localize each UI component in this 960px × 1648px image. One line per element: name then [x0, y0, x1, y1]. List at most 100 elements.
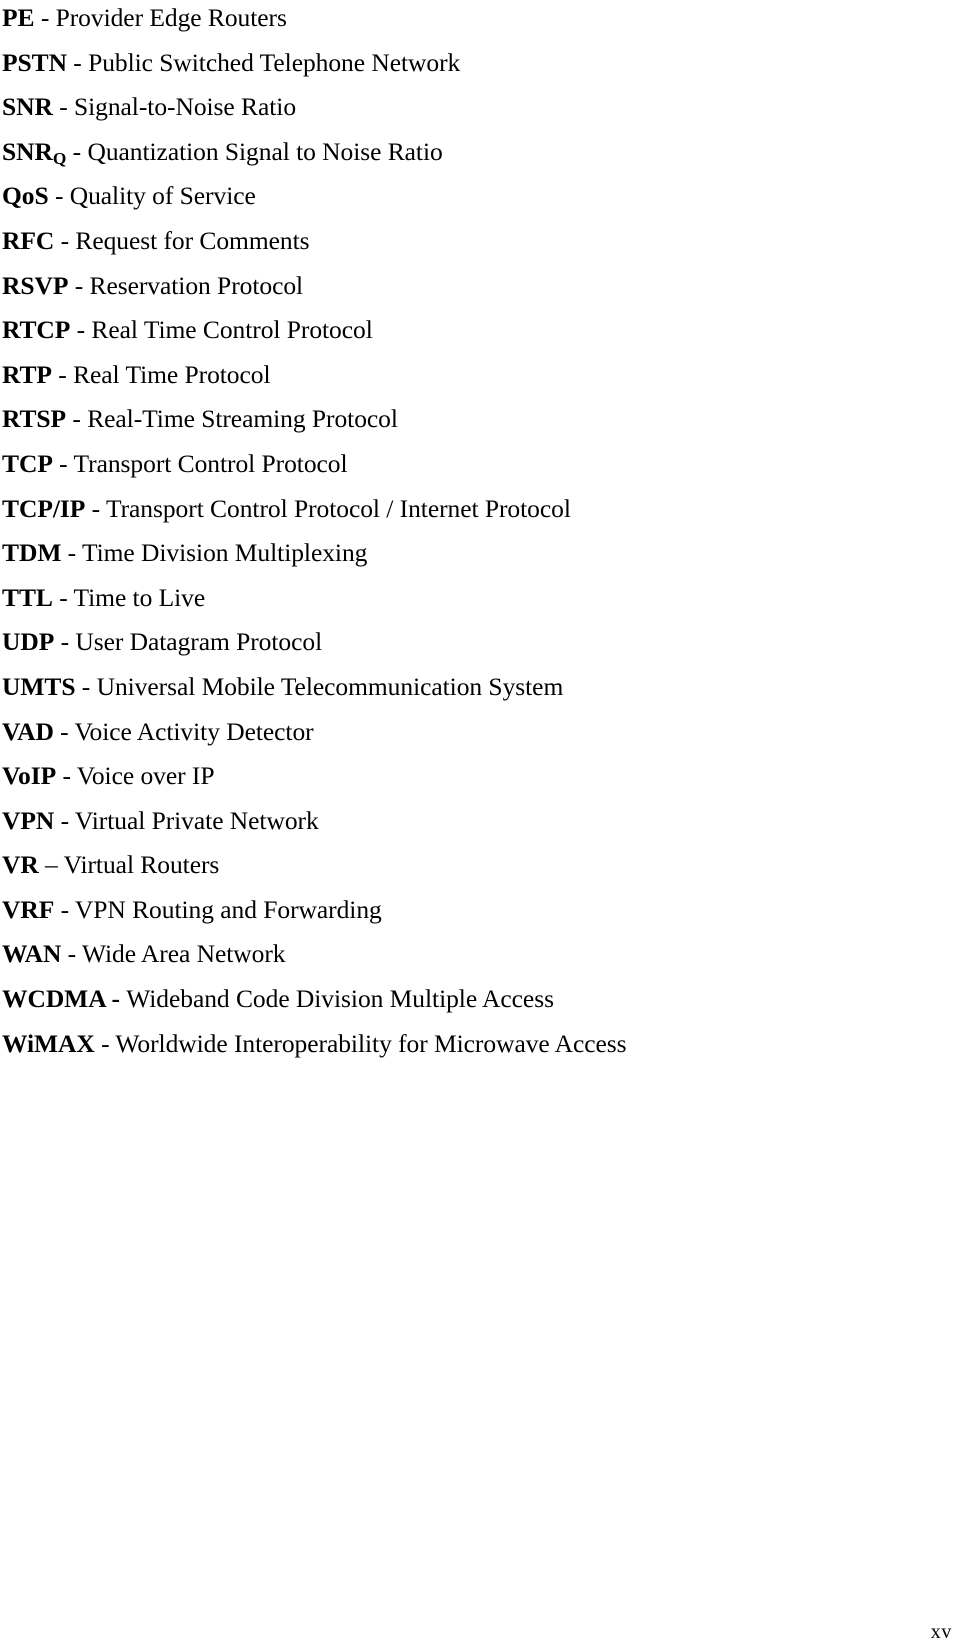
- abbreviation-term: TCP/IP: [2, 493, 86, 523]
- abbreviation-entry: VPN - Virtual Private Network: [2, 799, 942, 844]
- abbreviation-separator: -: [34, 3, 56, 32]
- abbreviation-separator: -: [68, 270, 90, 300]
- abbreviation-separator: -: [54, 225, 76, 255]
- abbreviation-definition: Wideband Code Division Multiple Access: [126, 984, 554, 1014]
- abbreviation-definition: Provider Edge Routers: [55, 3, 287, 32]
- abbreviation-definition: Time to Live: [73, 582, 206, 612]
- abbreviation-separator: -: [52, 582, 74, 612]
- abbreviation-entry: VR – Virtual Routers: [2, 843, 942, 888]
- abbreviation-term: PSTN: [2, 47, 67, 77]
- abbreviation-separator: -: [56, 761, 77, 791]
- abbreviation-definition: Virtual Private Network: [74, 805, 319, 835]
- abbreviation-definition: Time Division Multiplexing: [81, 538, 368, 568]
- abbreviation-separator: -: [66, 136, 88, 166]
- abbreviation-separator: -: [94, 1028, 116, 1058]
- abbreviation-separator: -: [52, 92, 74, 122]
- abbreviation-term: VR: [2, 850, 39, 880]
- abbreviation-entry: PE - Provider Edge Routers: [2, 0, 942, 41]
- abbreviation-term: RTP: [2, 359, 52, 389]
- abbreviation-separator: -: [70, 315, 92, 345]
- abbreviation-term: WCDMA: [2, 984, 106, 1014]
- abbreviation-term: RTSP: [2, 404, 67, 434]
- abbreviation-entry: PSTN - Public Switched Telephone Network: [2, 41, 942, 86]
- abbreviation-entry: UDP - User Datagram Protocol: [2, 620, 942, 665]
- abbreviation-entry: RFC - Request for Comments: [2, 219, 942, 264]
- abbreviation-definition: VPN Routing and Forwarding: [74, 894, 382, 924]
- abbreviation-term: UDP: [2, 627, 55, 657]
- abbreviation-term: TCP: [2, 448, 53, 478]
- abbreviation-term: PE: [2, 3, 35, 32]
- abbreviation-definition: Wide Area Network: [82, 939, 286, 969]
- abbreviation-term: RSVP: [2, 270, 69, 300]
- abbreviation-separator: -: [54, 894, 75, 924]
- abbreviation-entry: WiMAX - Worldwide Interoperability for M…: [2, 1022, 942, 1067]
- abbreviation-definition: Voice Activity Detector: [74, 716, 314, 746]
- abbreviation-definition: Worldwide Interoperability for Microwave…: [115, 1028, 627, 1058]
- abbreviation-entry: RTSP - Real-Time Streaming Protocol: [2, 397, 942, 442]
- abbreviation-definition: Quality of Service: [69, 181, 256, 211]
- abbreviation-definition: Real Time Control Protocol: [91, 315, 373, 345]
- abbreviation-definition: Real-Time Streaming Protocol: [87, 404, 398, 434]
- document-page: PE - Provider Edge Routers PSTN - Public …: [0, 0, 960, 1648]
- abbreviation-list: PE - Provider Edge Routers PSTN - Public …: [2, 0, 942, 1066]
- abbreviation-separator: -: [105, 984, 127, 1014]
- abbreviation-definition: Voice over IP: [76, 761, 215, 791]
- abbreviation-term: SNR: [2, 92, 53, 122]
- abbreviation-definition: User Datagram Protocol: [75, 627, 323, 657]
- abbreviation-entry: TCP/IP - Transport Control Protocol / In…: [2, 487, 942, 532]
- abbreviation-term: WiMAX: [2, 1028, 95, 1058]
- abbreviation-term: TDM: [2, 538, 62, 568]
- abbreviation-separator: -: [61, 538, 82, 568]
- abbreviation-term: WAN: [2, 939, 62, 969]
- abbreviation-definition: Universal Mobile Telecommunication Syste…: [96, 671, 564, 701]
- abbreviation-definition: Real Time Protocol: [73, 359, 271, 389]
- abbreviation-separator: -: [51, 359, 74, 389]
- abbreviation-entry: RTP - Real Time Protocol: [2, 353, 942, 398]
- abbreviation-entry: UMTS - Universal Mobile Telecommunicatio…: [2, 665, 942, 710]
- abbreviation-definition: Transport Control Protocol: [73, 448, 348, 478]
- abbreviation-entry: VoIP - Voice over IP: [2, 754, 942, 799]
- abbreviation-definition: Quantization Signal to Noise Ratio: [87, 136, 443, 166]
- abbreviation-separator: –: [38, 850, 64, 880]
- abbreviation-separator: -: [54, 627, 76, 657]
- abbreviation-term: UMTS: [2, 671, 76, 701]
- abbreviation-term: SNRQ: [2, 136, 67, 169]
- abbreviation-definition: Virtual Routers: [63, 850, 220, 880]
- abbreviation-entry: WAN - Wide Area Network: [2, 932, 942, 977]
- abbreviation-definition: Reservation Protocol: [89, 270, 304, 300]
- abbreviation-entry: TTL - Time to Live: [2, 576, 942, 621]
- abbreviation-entry: VRF - VPN Routing and Forwarding: [2, 888, 942, 933]
- abbreviation-separator: -: [85, 493, 106, 523]
- abbreviation-definition: Public Switched Telephone Network: [88, 47, 461, 77]
- abbreviation-term: RFC: [2, 225, 55, 255]
- abbreviation-term: VAD: [2, 716, 54, 746]
- abbreviation-entry: RSVP - Reservation Protocol: [2, 264, 942, 309]
- abbreviation-entry: WCDMA - Wideband Code Division Multiple …: [2, 977, 942, 1022]
- abbreviation-term: VoIP: [2, 761, 57, 791]
- abbreviation-entry: RTCP - Real Time Control Protocol: [2, 308, 942, 353]
- abbreviation-separator: -: [54, 805, 75, 835]
- abbreviation-entry: SNRQ - Quantization Signal to Noise Rati…: [2, 130, 942, 175]
- abbreviation-separator: -: [48, 181, 70, 211]
- abbreviation-definition: Signal-to-Noise Ratio: [73, 92, 297, 122]
- abbreviation-entry: QoS - Quality of Service: [2, 174, 942, 219]
- abbreviation-separator: -: [61, 939, 82, 969]
- abbreviation-term: TTL: [2, 582, 53, 612]
- abbreviation-separator: -: [75, 671, 97, 701]
- abbreviation-entry: TCP - Transport Control Protocol: [2, 442, 942, 487]
- abbreviation-entry: TDM - Time Division Multiplexing: [2, 531, 942, 576]
- abbreviation-separator: -: [66, 404, 88, 434]
- abbreviation-definition: Request for Comments: [75, 225, 310, 255]
- abbreviation-term-subscript: Q: [52, 149, 67, 169]
- abbreviation-separator: -: [53, 716, 75, 746]
- abbreviation-term: RTCP: [2, 315, 71, 345]
- abbreviation-definition: Transport Control Protocol / Internet Pr…: [105, 493, 571, 523]
- abbreviation-term: VRF: [2, 894, 55, 924]
- abbreviation-separator: -: [66, 47, 89, 77]
- page-number: xv: [930, 1621, 952, 1643]
- abbreviation-entry: VAD - Voice Activity Detector: [2, 710, 942, 755]
- abbreviation-separator: -: [52, 448, 74, 478]
- abbreviation-entry: SNR - Signal-to-Noise Ratio: [2, 85, 942, 130]
- abbreviation-term: VPN: [2, 805, 55, 835]
- abbreviation-term: QoS: [2, 181, 49, 211]
